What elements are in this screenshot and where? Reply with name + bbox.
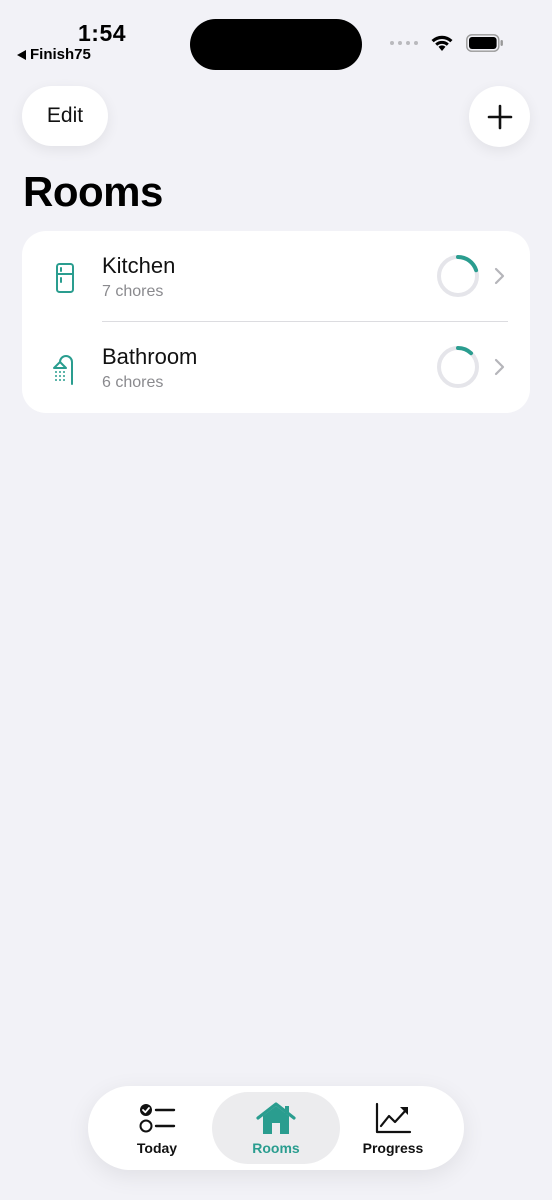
tab-label: Rooms bbox=[252, 1140, 300, 1156]
progress-ring bbox=[437, 255, 479, 297]
back-to-app-link[interactable]: Finish75 bbox=[17, 46, 91, 63]
status-time: 1:54 bbox=[78, 20, 127, 46]
status-bar: 1:54 Finish75 bbox=[0, 0, 552, 72]
checklist-icon bbox=[139, 1104, 176, 1133]
chart-icon bbox=[375, 1102, 412, 1134]
tab-label: Progress bbox=[362, 1140, 424, 1156]
room-name: Bathroom bbox=[102, 344, 198, 369]
room-chore-count: 6 chores bbox=[102, 374, 164, 391]
plus-icon bbox=[487, 104, 512, 129]
rooms-list: Kitchen 7 chores Bathroom 6 chores bbox=[22, 231, 530, 413]
tab-label: Today bbox=[136, 1140, 178, 1156]
tab-today[interactable]: Today bbox=[98, 1092, 216, 1164]
room-row-kitchen[interactable]: Kitchen 7 chores bbox=[22, 231, 530, 322]
signal-dots-icon bbox=[390, 41, 418, 45]
back-app-label: Finish75 bbox=[30, 46, 91, 63]
tab-rooms[interactable]: Rooms bbox=[212, 1092, 340, 1164]
chevron-right-icon bbox=[494, 267, 505, 285]
page-title: Rooms bbox=[23, 168, 163, 215]
fridge-icon bbox=[56, 263, 74, 293]
wifi-icon bbox=[431, 35, 453, 51]
house-icon bbox=[256, 1102, 296, 1134]
dynamic-island bbox=[190, 19, 362, 70]
chevron-right-icon bbox=[494, 358, 505, 376]
room-row-bathroom[interactable]: Bathroom 6 chores bbox=[22, 322, 530, 413]
shower-icon bbox=[53, 354, 73, 385]
add-room-button[interactable] bbox=[469, 86, 530, 147]
room-chore-count: 7 chores bbox=[102, 283, 164, 300]
battery-icon bbox=[466, 34, 503, 52]
back-triangle-icon bbox=[17, 49, 26, 60]
tab-bar: Today Rooms Progress bbox=[88, 1086, 464, 1170]
status-indicators bbox=[390, 34, 504, 52]
progress-ring bbox=[437, 346, 479, 388]
edit-button[interactable]: Edit bbox=[22, 86, 108, 146]
room-name: Kitchen bbox=[102, 253, 176, 278]
tab-progress[interactable]: Progress bbox=[334, 1092, 452, 1164]
